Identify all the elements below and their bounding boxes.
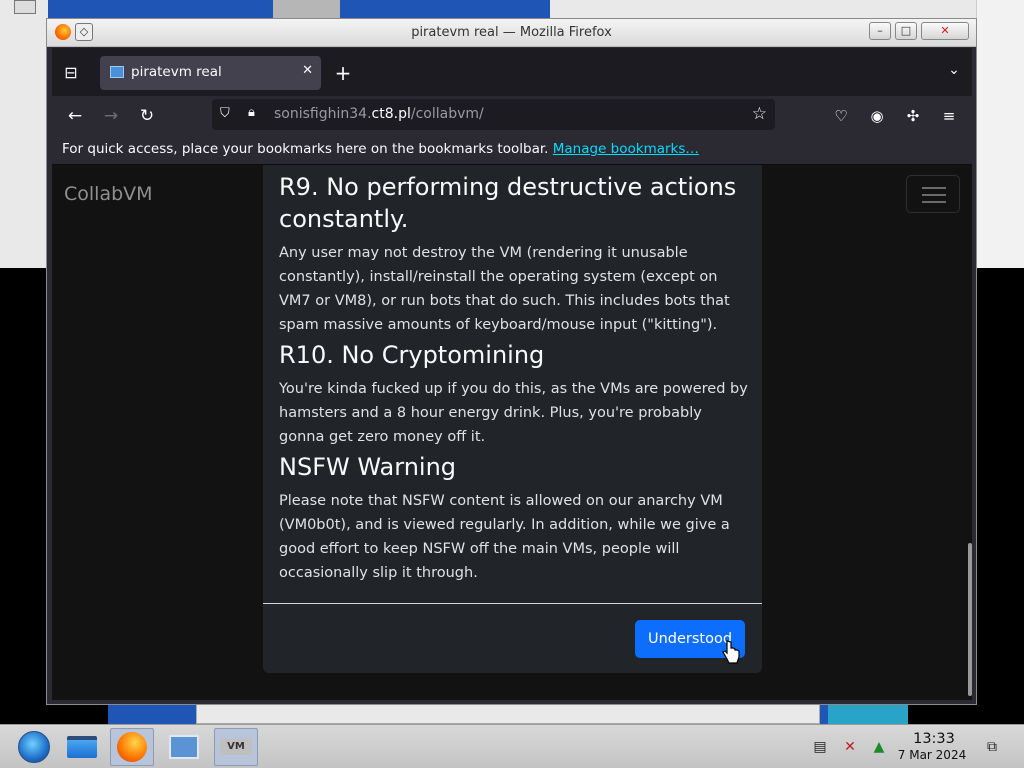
url-bar[interactable]: ⛉ 🔒︎ sonisfighin34.ct8.pl/collabvm/ ☆	[212, 99, 775, 130]
taskbar-network[interactable]	[162, 728, 206, 766]
bookmarks-prompt: For quick access, place your bookmarks h…	[62, 141, 549, 157]
back-button[interactable]: ←	[62, 103, 88, 129]
windows-logo-icon	[18, 731, 50, 763]
window-titlebar[interactable]: ◇ piratevm real — Mozilla Firefox – □ ✕	[47, 19, 976, 47]
taskbar: VM ▤ ✕ ▲ 13:33 7 Mar 2024 ⧉	[0, 724, 1024, 768]
rule-heading: R9. No performing destructive actions co…	[279, 173, 737, 233]
taskbar-firefox[interactable]	[110, 728, 154, 766]
hand-cursor-icon	[722, 640, 740, 664]
chevron-down-icon[interactable]: ⌄	[942, 62, 966, 84]
rules-modal: R9. No performing destructive actions co…	[263, 165, 762, 673]
scrollbar-thumb[interactable]	[968, 543, 972, 696]
menu-icon[interactable]: ≡	[936, 103, 962, 129]
clock-date[interactable]: 7 Mar 2024	[892, 748, 972, 762]
rule-text: Any user may not destroy the VM (renderi…	[279, 245, 730, 333]
tray-network-off-icon[interactable]: ✕	[840, 737, 860, 757]
account-icon[interactable]: ◉	[864, 103, 890, 129]
background-window-bottom	[108, 704, 908, 724]
forward-button[interactable]: →	[98, 103, 124, 129]
vm-icon: VM	[220, 739, 252, 755]
rule-text: Please note that NSFW content is allowed…	[279, 493, 730, 581]
tray-arrow-up-icon[interactable]: ▲	[869, 737, 889, 757]
background-window-icon	[14, 0, 36, 14]
page-content: CollabVM R9. No performing destructive a…	[52, 165, 972, 700]
manage-bookmarks-link[interactable]: Manage bookmarks…	[553, 141, 699, 157]
firefox-window: ◇ piratevm real — Mozilla Firefox – □ ✕ …	[46, 18, 977, 705]
show-desktop-icon[interactable]: ⧉	[982, 737, 1002, 757]
maximize-button[interactable]: □	[895, 22, 917, 40]
firefox-icon	[117, 732, 147, 762]
modal-footer-divider	[263, 603, 762, 604]
tray-keyboard-icon[interactable]: ▤	[810, 737, 830, 757]
folder-icon	[67, 736, 97, 758]
rule-heading: NSFW Warning	[279, 453, 457, 481]
tab-bar: ⊟ piratevm real ✕ + ⌄	[52, 48, 972, 96]
start-button[interactable]	[12, 728, 56, 766]
bookmark-star-icon[interactable]: ☆	[752, 104, 767, 124]
close-tab-icon[interactable]: ✕	[302, 63, 313, 78]
clock-time[interactable]: 13:33	[900, 731, 968, 747]
background-window-strip	[273, 0, 340, 18]
tab-title: piratevm real	[131, 64, 222, 80]
close-window-button[interactable]: ✕	[921, 22, 969, 40]
taskbar-explorer[interactable]	[60, 728, 104, 766]
network-icon	[169, 735, 199, 759]
background-window-strip	[340, 0, 550, 18]
background-window-edge	[976, 0, 1024, 268]
modal-body: R9. No performing destructive actions co…	[279, 165, 749, 585]
background-window-strip	[48, 0, 273, 18]
rule-heading: R10. No Cryptomining	[279, 341, 545, 369]
extensions-icon[interactable]: ✣	[900, 103, 926, 129]
pocket-icon[interactable]: ♡	[828, 103, 854, 129]
site-brand[interactable]: CollabVM	[64, 183, 153, 205]
window-title: piratevm real — Mozilla Firefox	[411, 25, 612, 40]
minimize-button[interactable]: –	[869, 22, 891, 40]
url-text[interactable]: sonisfighin34.ct8.pl/collabvm/	[274, 106, 484, 122]
monitor-icon	[110, 66, 124, 78]
tab-list-icon[interactable]: ⊟	[58, 60, 84, 86]
navigation-toolbar: ← → ↻ ⛉ 🔒︎ sonisfighin34.ct8.pl/collabvm…	[52, 96, 972, 134]
tab-piratevm[interactable]: piratevm real ✕	[100, 56, 321, 90]
bookmarks-toolbar: For quick access, place your bookmarks h…	[52, 134, 972, 165]
taskbar-vm[interactable]: VM	[214, 728, 258, 766]
shield-icon[interactable]: ⛉	[220, 106, 234, 123]
lock-icon[interactable]: 🔒︎	[248, 105, 255, 120]
navbar-toggle-button[interactable]	[906, 175, 960, 213]
reload-button[interactable]: ↻	[134, 103, 160, 129]
rule-text: You're kinda fucked up if you do this, a…	[279, 381, 748, 445]
new-tab-button[interactable]: +	[330, 60, 356, 86]
